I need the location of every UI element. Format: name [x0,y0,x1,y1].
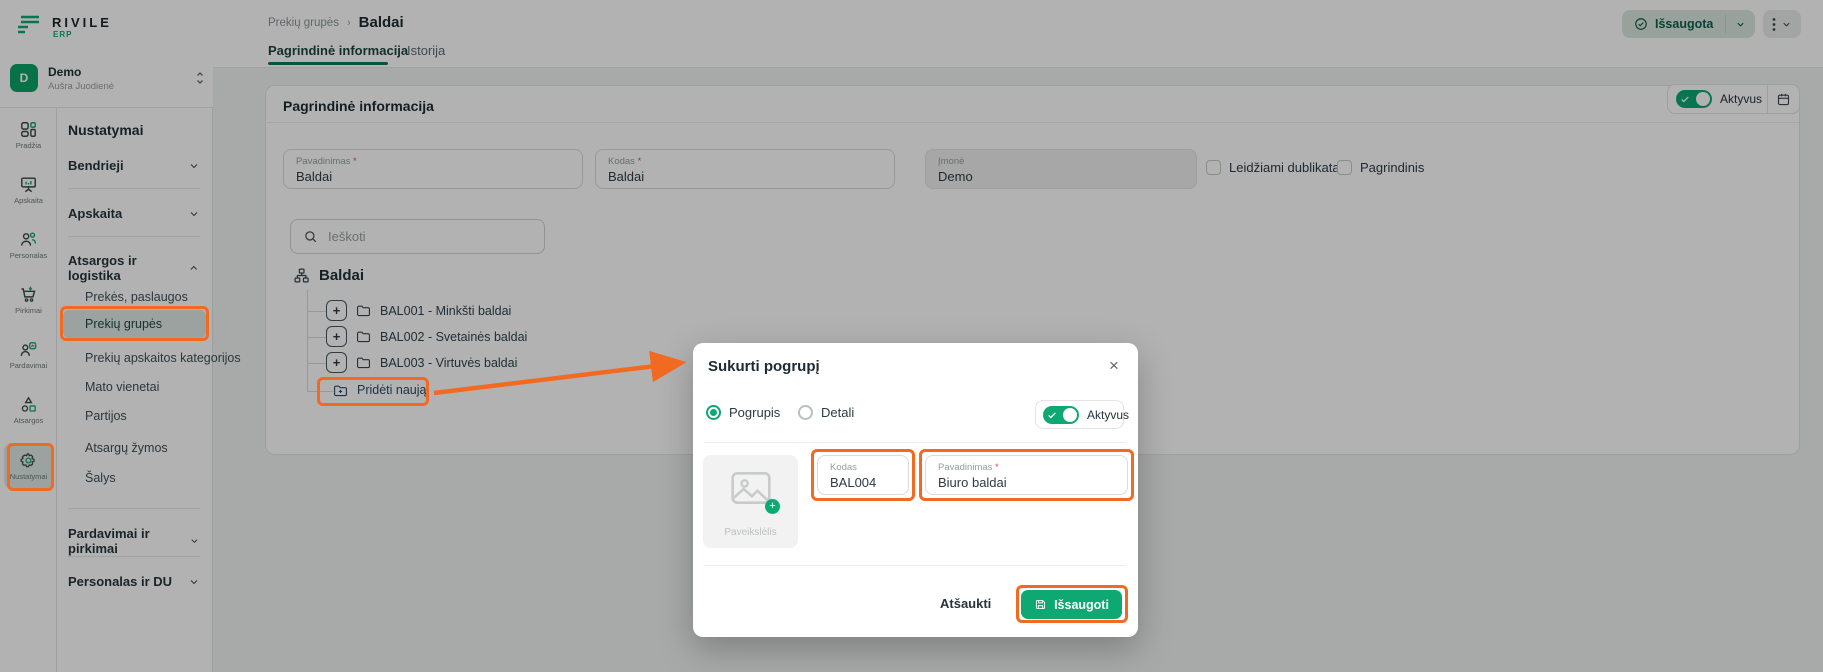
check-icon [1047,410,1057,420]
radio-unselected [798,405,813,420]
field-label: Kodas [830,462,896,473]
radio-label: Detali [821,405,854,420]
active-toggle[interactable] [1043,406,1079,424]
field-label: Pavadinimas [938,462,992,473]
add-image-badge-icon: + [765,499,780,514]
radio-label: Pogrupis [729,405,780,420]
close-icon[interactable]: × [1109,357,1119,374]
radio-selected [706,405,721,420]
modal-pavadinimas-field[interactable]: Pavadinimas * Biuro baldai [925,455,1128,495]
app-window: RIVILE ERP D Demo Aušra Juodienė Pradžia… [0,0,1823,672]
toggle-knob [1063,408,1077,422]
save-button[interactable]: Išsaugoti [1021,590,1122,619]
save-button-label: Išsaugoti [1054,598,1109,612]
modal-title: Sukurti pogrupį [708,358,820,375]
modal-footer-divider [705,565,1126,566]
image-placeholder-label: Paveikslėlis [703,527,798,538]
modal-divider [705,442,1126,443]
cancel-button[interactable]: Atšaukti [940,596,991,611]
save-icon [1034,598,1047,611]
required-mark: * [995,462,999,473]
radio-pogrupis[interactable]: Pogrupis [706,405,780,420]
create-subgroup-modal: Sukurti pogrupį × Pogrupis Detali Aktyvu… [693,343,1138,637]
modal-kodas-field[interactable]: Kodas BAL004 [817,455,909,495]
field-value: Biuro baldai [938,475,1115,490]
modal-active-toggle-group: Aktyvus [1035,400,1124,429]
field-value: BAL004 [830,475,896,490]
active-toggle-label: Aktyvus [1087,408,1129,422]
image-upload-placeholder[interactable]: + Paveikslėlis [703,455,798,548]
radio-detali[interactable]: Detali [798,405,854,420]
